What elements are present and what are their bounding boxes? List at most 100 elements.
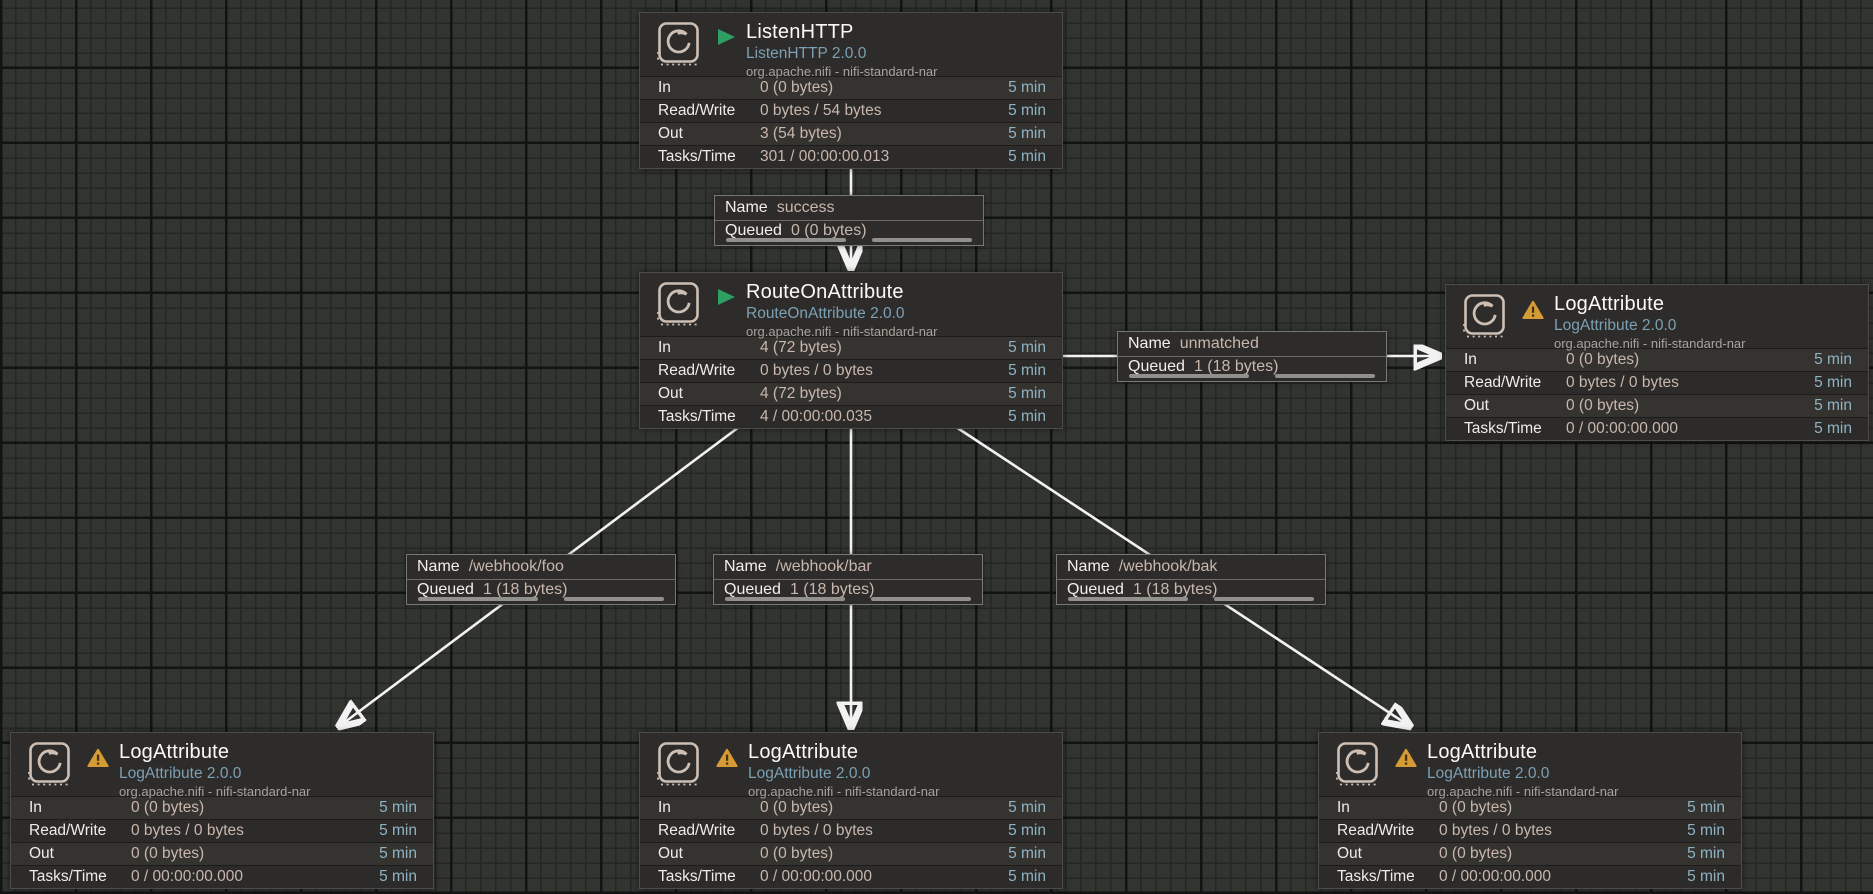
processor-node-listenhttp[interactable]: ListenHTTP ListenHTTP 2.0.0 org.apache.n… (639, 12, 1063, 169)
stat-window: 5 min (1008, 102, 1046, 120)
stat-window: 5 min (1814, 397, 1852, 415)
processor-name: LogAttribute (119, 741, 311, 764)
processor-stats: In 0 (0 bytes) 5 min Read/Write 0 bytes … (640, 76, 1062, 168)
connection-label-success[interactable]: Name success Queued 0 (0 bytes) (714, 195, 984, 246)
processor-stamp-icon (656, 741, 702, 792)
processor-name: RouteOnAttribute (746, 281, 938, 304)
connection-name-key: Name (1128, 335, 1171, 353)
connection-name-row: Name unmatched (1118, 332, 1386, 356)
processor-bundle: org.apache.nifi - nifi-standard-nar (746, 63, 938, 80)
stat-value: 0 (0 bytes) (1439, 845, 1512, 863)
connection-name-value: /webhook/foo (469, 558, 564, 576)
connection-queued-value: 1 (18 bytes) (790, 581, 874, 599)
queue-count-bar (726, 238, 846, 243)
warning-icon (1395, 748, 1417, 773)
stat-window: 5 min (379, 868, 417, 886)
queue-count-bar (418, 597, 538, 602)
stat-row-read-write: Read/Write 0 bytes / 0 bytes 5 min (640, 819, 1062, 842)
queue-size-bar (1214, 597, 1314, 602)
stat-value: 0 / 00:00:00.000 (1439, 868, 1551, 886)
processor-header: LogAttribute LogAttribute 2.0.0 org.apac… (1446, 285, 1868, 348)
stat-value: 0 bytes / 0 bytes (1439, 822, 1552, 840)
stat-row-out: Out 0 (0 bytes) 5 min (11, 842, 433, 865)
stat-label: Tasks/Time (1464, 420, 1566, 438)
processor-bundle: org.apache.nifi - nifi-standard-nar (1554, 335, 1746, 352)
processor-titles: LogAttribute LogAttribute 2.0.0 org.apac… (748, 741, 940, 800)
stat-value: 0 / 00:00:00.000 (131, 868, 243, 886)
stat-label: In (658, 799, 760, 817)
stat-row-tasks-time: Tasks/Time 301 / 00:00:00.013 5 min (640, 145, 1062, 168)
processor-node-routeonattribute[interactable]: RouteOnAttribute RouteOnAttribute 2.0.0 … (639, 272, 1063, 429)
stat-window: 5 min (1687, 868, 1725, 886)
stat-value: 301 / 00:00:00.013 (760, 148, 889, 166)
stat-value: 0 bytes / 0 bytes (131, 822, 244, 840)
stat-label: Out (658, 845, 760, 863)
connection-queued-value: 1 (18 bytes) (1194, 358, 1278, 376)
stat-row-tasks-time: Tasks/Time 4 / 00:00:00.035 5 min (640, 405, 1062, 428)
stat-label: Read/Write (658, 362, 760, 380)
stat-window: 5 min (379, 799, 417, 817)
stat-row-tasks-time: Tasks/Time 0 / 00:00:00.000 5 min (1446, 417, 1868, 440)
stat-row-out: Out 0 (0 bytes) 5 min (640, 842, 1062, 865)
processor-header: LogAttribute LogAttribute 2.0.0 org.apac… (1319, 733, 1741, 796)
stat-row-read-write: Read/Write 0 bytes / 0 bytes 5 min (11, 819, 433, 842)
processor-version: LogAttribute 2.0.0 (119, 764, 311, 783)
stat-label: Out (29, 845, 131, 863)
nifi-flow-canvas[interactable]: ListenHTTP ListenHTTP 2.0.0 org.apache.n… (0, 0, 1873, 894)
processor-header: ListenHTTP ListenHTTP 2.0.0 org.apache.n… (640, 13, 1062, 76)
stat-row-read-write: Read/Write 0 bytes / 0 bytes 5 min (640, 359, 1062, 382)
connection-label-webhook-bak[interactable]: Name /webhook/bak Queued 1 (18 bytes) (1056, 554, 1326, 605)
stat-row-out: Out 4 (72 bytes) 5 min (640, 382, 1062, 405)
connection-queued-key: Queued (724, 581, 781, 599)
stat-value: 3 (54 bytes) (760, 125, 842, 143)
stat-window: 5 min (379, 822, 417, 840)
stat-value: 0 / 00:00:00.000 (760, 868, 872, 886)
processor-bundle: org.apache.nifi - nifi-standard-nar (748, 783, 940, 800)
processor-name: LogAttribute (748, 741, 940, 764)
stat-value: 0 bytes / 0 bytes (1566, 374, 1679, 392)
stat-label: Tasks/Time (658, 408, 760, 426)
connection-name-row: Name /webhook/bar (714, 555, 982, 579)
queue-size-bar (1275, 374, 1375, 379)
stat-window: 5 min (1008, 822, 1046, 840)
processor-titles: LogAttribute LogAttribute 2.0.0 org.apac… (1554, 293, 1746, 352)
connection-label-unmatched[interactable]: Name unmatched Queued 1 (18 bytes) (1117, 331, 1387, 382)
connection-label-webhook-bar[interactable]: Name /webhook/bar Queued 1 (18 bytes) (713, 554, 983, 605)
processor-node-logattribute-bak[interactable]: LogAttribute LogAttribute 2.0.0 org.apac… (1318, 732, 1742, 889)
stat-window: 5 min (1008, 125, 1046, 143)
stat-label: Tasks/Time (29, 868, 131, 886)
stat-value: 4 (72 bytes) (760, 339, 842, 357)
processor-node-logattribute-bar[interactable]: LogAttribute LogAttribute 2.0.0 org.apac… (639, 732, 1063, 889)
stat-value: 0 bytes / 0 bytes (760, 822, 873, 840)
stat-window: 5 min (1008, 408, 1046, 426)
processor-node-logattribute-unmatched[interactable]: LogAttribute LogAttribute 2.0.0 org.apac… (1445, 284, 1869, 441)
stat-label: Out (1464, 397, 1566, 415)
stat-label: Out (658, 125, 760, 143)
stat-window: 5 min (1814, 420, 1852, 438)
stat-label: Read/Write (1464, 374, 1566, 392)
stat-window: 5 min (1008, 868, 1046, 886)
processor-stamp-icon (1462, 293, 1508, 344)
stat-value: 4 / 00:00:00.035 (760, 408, 872, 426)
processor-stamp-icon (27, 741, 73, 792)
connection-queued-key: Queued (1128, 358, 1185, 376)
processor-bundle: org.apache.nifi - nifi-standard-nar (746, 323, 938, 340)
processor-header: RouteOnAttribute RouteOnAttribute 2.0.0 … (640, 273, 1062, 336)
warning-icon (87, 748, 109, 773)
connection-name-value: unmatched (1180, 335, 1259, 353)
stat-value: 0 / 00:00:00.000 (1566, 420, 1678, 438)
processor-titles: LogAttribute LogAttribute 2.0.0 org.apac… (119, 741, 311, 800)
stat-window: 5 min (1008, 385, 1046, 403)
processor-node-logattribute-foo[interactable]: LogAttribute LogAttribute 2.0.0 org.apac… (10, 732, 434, 889)
stat-window: 5 min (1687, 822, 1725, 840)
processor-version: LogAttribute 2.0.0 (1427, 764, 1619, 783)
connection-name-value: /webhook/bak (1119, 558, 1218, 576)
stat-row-tasks-time: Tasks/Time 0 / 00:00:00.000 5 min (1319, 865, 1741, 888)
stat-value: 0 (0 bytes) (760, 845, 833, 863)
stat-window: 5 min (1008, 799, 1046, 817)
processor-stats: In 4 (72 bytes) 5 min Read/Write 0 bytes… (640, 336, 1062, 428)
processor-version: RouteOnAttribute 2.0.0 (746, 304, 938, 323)
queue-count-bar (1129, 374, 1249, 379)
stat-label: Tasks/Time (658, 868, 760, 886)
connection-label-webhook-foo[interactable]: Name /webhook/foo Queued 1 (18 bytes) (406, 554, 676, 605)
